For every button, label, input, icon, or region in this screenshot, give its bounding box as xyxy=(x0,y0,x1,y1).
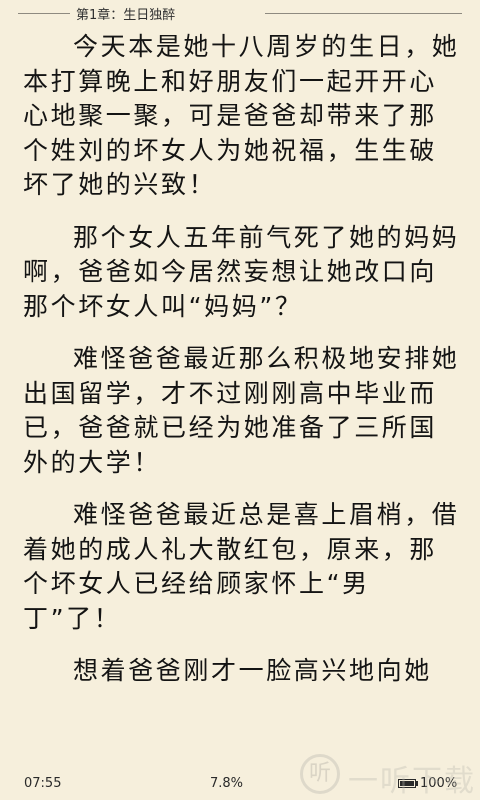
watermark-text: 一听下载 xyxy=(348,764,476,799)
watermark-logo-icon: 听 xyxy=(300,754,340,794)
paragraph-2: 那个女人五年前气死了她的妈妈啊，爸爸如今居然妄想让她改口向那个坏女人叫“妈妈”？ xyxy=(23,222,460,321)
reader-header: 第1章：生日独醉 xyxy=(0,0,480,28)
watermark: 听 一听下载 xyxy=(300,750,476,800)
header-divider-left xyxy=(18,13,70,14)
chapter-title: 第1章：生日独醉 xyxy=(76,8,176,23)
paragraph-3: 难怪爸爸最近那么积极地安排她出国留学，才不过刚刚高中毕业而已，爸爸就已经为她准备… xyxy=(23,344,460,477)
paragraph-5: 想着爸爸刚才一脸高兴地向她 xyxy=(73,656,432,685)
clock-time: 07:55 xyxy=(24,776,62,791)
paragraph-1: 今天本是她十八周岁的生日，她本打算晚上和好朋友们一起开开心心地聚一聚，可是爸爸却… xyxy=(23,32,460,199)
header-divider-right xyxy=(265,13,462,14)
paragraph-4: 难怪爸爸最近总是喜上眉梢，借着她的成人礼大散红包，原来，那个坏女人已经给顾家怀上… xyxy=(23,500,460,633)
reading-content[interactable]: 今天本是她十八周岁的生日，她本打算晚上和好朋友们一起开开心心地聚一聚，可是爸爸却… xyxy=(23,30,463,689)
reading-progress: 7.8% xyxy=(210,776,244,791)
